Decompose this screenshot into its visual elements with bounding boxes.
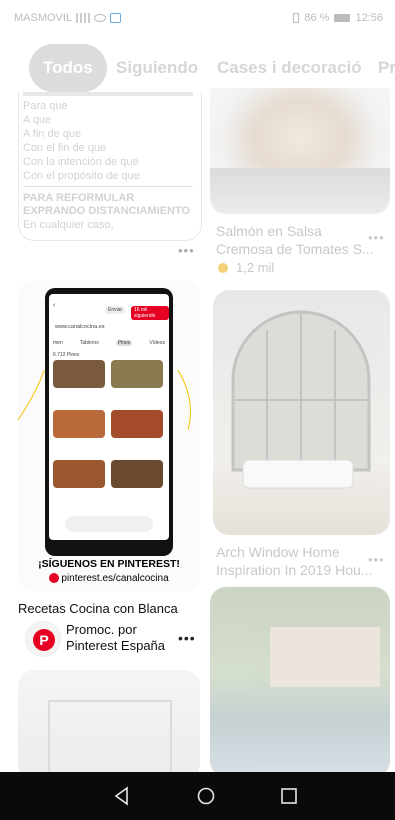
phone-tab: Tableros (79, 340, 99, 346)
note-line: Con el propósito de que (23, 170, 140, 182)
tab-more[interactable]: Pr (378, 44, 395, 92)
notes-top-strip (23, 92, 193, 96)
house-shape (270, 627, 380, 687)
more-options-button[interactable]: ••• (178, 630, 196, 646)
board-tabs: Todos Siguiendo Cases i decoració Pr (0, 44, 395, 94)
heart-emoji-icon (218, 262, 228, 273)
recents-icon[interactable] (279, 786, 299, 806)
pinterest-logo-icon (49, 573, 60, 584)
pin-image[interactable] (18, 670, 200, 780)
more-options-button[interactable]: ••• (368, 230, 385, 245)
carrier-label: MASMOVIL (14, 12, 73, 24)
pin-image[interactable] (210, 587, 390, 777)
interior-shape (48, 700, 172, 780)
pin-caption: Salmón en Salsa Cremosa de Tomates S... (216, 222, 374, 258)
note-line: Con la intención de que (23, 156, 139, 168)
pin-title[interactable]: Recetas Cocina con Blanca (18, 601, 178, 616)
more-options-button[interactable]: ••• (368, 552, 385, 567)
saves-count: 1,2 mil (218, 260, 274, 275)
tab-cases-decoracio[interactable]: Cases i decoració (217, 44, 362, 92)
promoted-pin[interactable]: ‹ Enviar 16 mil siguiendo www.canalcocin… (18, 280, 200, 592)
food-thumbnail (111, 460, 163, 488)
eye-icon (94, 14, 107, 22)
phone-url: www.canalcocina.es (55, 324, 105, 330)
note-line: En cualquier caso, (23, 219, 114, 231)
food-thumbnail (53, 410, 105, 438)
notes-pin[interactable]: Para que A que A fin de que Con el fin d… (18, 92, 202, 241)
pin-caption-line: Salmón en Salsa (216, 223, 322, 239)
arch-window-illustration (231, 310, 371, 489)
phone-tab: men (53, 340, 63, 346)
note-line: Con el fin de que (23, 142, 107, 154)
promoter-name: Pinterest España (66, 638, 166, 653)
back-icon[interactable] (112, 786, 132, 806)
pin-image[interactable] (210, 88, 390, 214)
tab-todos[interactable]: Todos (29, 44, 107, 92)
pin-image[interactable] (213, 290, 390, 535)
ad-banner-title: ¡SÍGUENOS EN PINTEREST! (38, 558, 180, 570)
more-options-button[interactable]: ••• (178, 243, 195, 258)
promoted-label: Promoc. por (66, 622, 137, 637)
signal-icon (76, 13, 91, 23)
note-line: Para que (23, 100, 68, 112)
note-line: A que (23, 114, 52, 126)
vibrate-icon (293, 13, 300, 23)
promoted-by: Promoc. por Pinterest España (66, 622, 165, 654)
phone-tab: Vídeos (149, 340, 165, 346)
clock: 12:56 (355, 12, 383, 24)
pin-caption-line: Inspiration In 2019 Hou... (216, 562, 373, 578)
tab-siguiendo[interactable]: Siguiendo (116, 44, 198, 92)
phone-screen: ‹ Enviar 16 mil siguiendo www.canalcocin… (49, 294, 169, 540)
food-thumbnail (111, 360, 163, 388)
battery-icon (334, 14, 351, 22)
plate-shadow (210, 168, 390, 214)
status-bar: MASMOVIL 86 % 12:56 (0, 0, 395, 36)
note-heading: PARA REFORMULAR (23, 192, 135, 204)
system-nav-bar (0, 772, 395, 820)
phone-pines-count: 6.712 Pines (53, 352, 80, 358)
food-thumbnail (53, 460, 105, 488)
phone-tabs: men Tableros Pines Vídeos (53, 340, 165, 346)
phone-following: 16 mil siguiendo (131, 306, 169, 320)
pin-caption-line: Arch Window Home (216, 544, 340, 560)
food-thumbnail (53, 360, 105, 388)
pinterest-logo-icon: P (33, 629, 55, 651)
phone-enviar: Enviar (105, 306, 126, 314)
phone-mockup: ‹ Enviar 16 mil siguiendo www.canalcocin… (45, 288, 173, 556)
battery-percent: 86 % (304, 12, 330, 24)
saves-label: 1,2 mil (236, 260, 275, 275)
phone-bottom-nav (65, 516, 153, 532)
note-heading: EXPRANDO DISTANCIAMIENTO (23, 205, 191, 217)
food-thumbnail (111, 410, 163, 438)
home-icon[interactable] (196, 786, 216, 806)
note-line: A fin de que (23, 128, 82, 140)
phone-tab: Pines (115, 340, 133, 346)
pin-caption-line: Cremosa de Tomates S... (216, 241, 374, 257)
back-icon: ‹ (53, 302, 56, 309)
advertiser-avatar[interactable]: P (25, 621, 61, 657)
ad-banner-url-text: pinterest.es/canalcocina (61, 573, 169, 584)
ad-banner-url: pinterest.es/canalcocina (18, 573, 200, 584)
notification-icon (110, 13, 122, 23)
pin-caption: Arch Window Home Inspiration In 2019 Hou… (216, 543, 372, 579)
divider (23, 186, 193, 187)
